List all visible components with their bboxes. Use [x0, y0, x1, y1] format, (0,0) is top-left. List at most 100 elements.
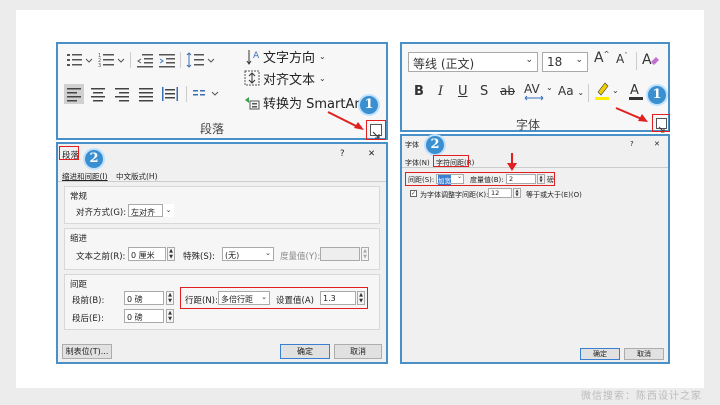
- chevron-down-icon: ⌄: [525, 55, 533, 65]
- tabs-button[interactable]: 制表位(T)...: [62, 344, 112, 359]
- before-field[interactable]: 0 磅: [124, 291, 164, 305]
- title-highlight: [59, 146, 79, 160]
- underline-button[interactable]: U: [458, 84, 468, 99]
- set-value-label: 设置值(A): [276, 296, 314, 306]
- launcher-highlight: [366, 120, 386, 140]
- measure-field[interactable]: 2: [506, 174, 536, 184]
- indent-title: 缩进: [70, 234, 88, 244]
- before-text-spinner[interactable]: ▲ ▼: [167, 247, 175, 261]
- cancel-button[interactable]: 取消: [624, 348, 664, 360]
- paragraph-group-label: 段落: [200, 122, 225, 136]
- special-dropdown[interactable]: (无) ⌄: [222, 247, 274, 261]
- unit-label: 磅: [547, 176, 554, 184]
- align-left-icon[interactable]: [64, 84, 84, 104]
- bold-button[interactable]: B: [414, 84, 424, 99]
- font-color-icon[interactable]: A: [628, 80, 644, 102]
- before-text-label: 文本之前(R):: [76, 252, 126, 262]
- arrow-icon: [507, 153, 517, 171]
- grow-font-icon[interactable]: A^: [594, 50, 609, 66]
- spacing-dropdown[interactable]: 加宽 ⌄: [436, 173, 464, 185]
- tab-highlight: [433, 155, 469, 167]
- smartart-icon[interactable]: [244, 94, 260, 110]
- italic-button[interactable]: I: [438, 84, 443, 99]
- separator: [636, 52, 637, 70]
- separator: [186, 86, 187, 102]
- shrink-font-icon[interactable]: Aˇ: [616, 52, 628, 66]
- close-button[interactable]: ✕: [368, 149, 375, 159]
- after-spinner[interactable]: ▲ ▼: [166, 309, 174, 323]
- help-button[interactable]: ?: [630, 140, 634, 148]
- separator: [588, 84, 589, 102]
- justify-icon[interactable]: [136, 84, 156, 104]
- svg-text:A: A: [630, 83, 639, 98]
- change-case-button[interactable]: Aa ⌄: [558, 84, 584, 98]
- clear-format-icon[interactable]: A: [642, 50, 660, 68]
- arrow-icon: [327, 111, 364, 130]
- after-field[interactable]: 0 磅: [124, 309, 164, 323]
- chevron-down-icon: ⌄: [265, 249, 271, 257]
- dialog-title: 字体: [405, 141, 419, 149]
- before-spinner[interactable]: ▲ ▼: [166, 291, 174, 305]
- launcher-highlight: [652, 114, 670, 132]
- set-value-field[interactable]: 1.3: [320, 291, 356, 305]
- help-button[interactable]: ?: [340, 149, 345, 159]
- shadow-button[interactable]: S: [480, 84, 488, 99]
- font-dialog: 字体 ? ✕ 2 字体(N) 字符间距(R) 间距(S): 加宽 ⌄ 度量值(B…: [400, 134, 670, 364]
- distribute-icon[interactable]: [160, 84, 180, 104]
- chevron-down-icon: ⌄: [577, 88, 585, 97]
- ok-button[interactable]: 确定: [580, 348, 620, 360]
- columns-icon[interactable]: [192, 86, 222, 102]
- line-spacing-icon[interactable]: [186, 52, 216, 68]
- general-title: 常规: [70, 192, 88, 202]
- align-text-button[interactable]: 对齐文本: [263, 69, 315, 88]
- kerning-spinner[interactable]: ▲ ▼: [513, 188, 521, 198]
- svg-text:A: A: [642, 52, 652, 68]
- strikethrough-button[interactable]: ab: [500, 84, 515, 98]
- close-button[interactable]: ✕: [654, 140, 660, 148]
- measure-spinner[interactable]: ▲ ▼: [537, 174, 545, 184]
- align-text-icon[interactable]: [244, 70, 260, 86]
- chevron-down-icon: ⌄: [456, 173, 462, 180]
- watermark: 微信搜索：陈西设计之家: [581, 391, 702, 402]
- font-group-label: 字体: [516, 118, 541, 132]
- kerning-suffix: 等于或大于(E)(O): [526, 191, 582, 199]
- set-value-spinner[interactable]: ▲ ▼: [357, 291, 365, 305]
- center-icon[interactable]: [88, 84, 108, 104]
- tab-indent-spacing[interactable]: 缩进和间距(I): [62, 171, 108, 182]
- before-label: 段前(B):: [72, 296, 105, 306]
- cancel-button[interactable]: 取消: [334, 344, 382, 359]
- chevron-down-icon: ⌄: [261, 293, 267, 301]
- before-text-field[interactable]: 0 厘米: [128, 247, 166, 261]
- spacing-label: 间距(S):: [408, 176, 435, 184]
- chevron-down-icon: ⌄: [319, 52, 326, 61]
- arrow-icon: [615, 107, 648, 122]
- svg-text:A: A: [253, 51, 260, 61]
- decrease-indent-icon[interactable]: [136, 52, 154, 68]
- character-spacing-button[interactable]: AV ⌄: [524, 80, 554, 102]
- kerning-field[interactable]: 12: [488, 188, 512, 198]
- chevron-down-icon[interactable]: ⌄: [162, 204, 174, 217]
- align-label: 对齐方式(G):: [76, 208, 127, 218]
- text-direction-icon[interactable]: A: [246, 48, 262, 66]
- ok-button[interactable]: 确定: [280, 344, 330, 359]
- svg-text:3: 3: [98, 63, 101, 68]
- line-spacing-dropdown[interactable]: 多倍行距 ⌄: [218, 291, 270, 305]
- chevron-down-icon: ⌄: [575, 55, 583, 65]
- align-right-icon[interactable]: [112, 84, 132, 104]
- font-size-dropdown[interactable]: 18 ⌄: [542, 52, 588, 72]
- special-label: 特殊(S):: [183, 252, 215, 262]
- step-2-badge: 2: [424, 134, 446, 156]
- increase-indent-icon[interactable]: [158, 52, 176, 68]
- text-direction-button[interactable]: 文字方向: [263, 47, 315, 66]
- font-name-dropdown[interactable]: 等线 (正文) ⌄: [408, 52, 538, 72]
- highlight-icon[interactable]: [594, 80, 610, 102]
- kerning-checkbox[interactable]: ✓: [410, 190, 417, 197]
- tab-asian-typography[interactable]: 中文版式(H): [116, 171, 158, 182]
- measure-label: 度量值(B):: [470, 176, 504, 184]
- tab-font[interactable]: 字体(N): [405, 158, 430, 168]
- step-2-badge: 2: [83, 148, 105, 170]
- chevron-down-icon: ⌄: [319, 74, 326, 83]
- numbering-icon[interactable]: 123: [98, 52, 126, 69]
- bullets-icon[interactable]: [66, 52, 94, 68]
- spacing-title: 间距: [70, 280, 88, 290]
